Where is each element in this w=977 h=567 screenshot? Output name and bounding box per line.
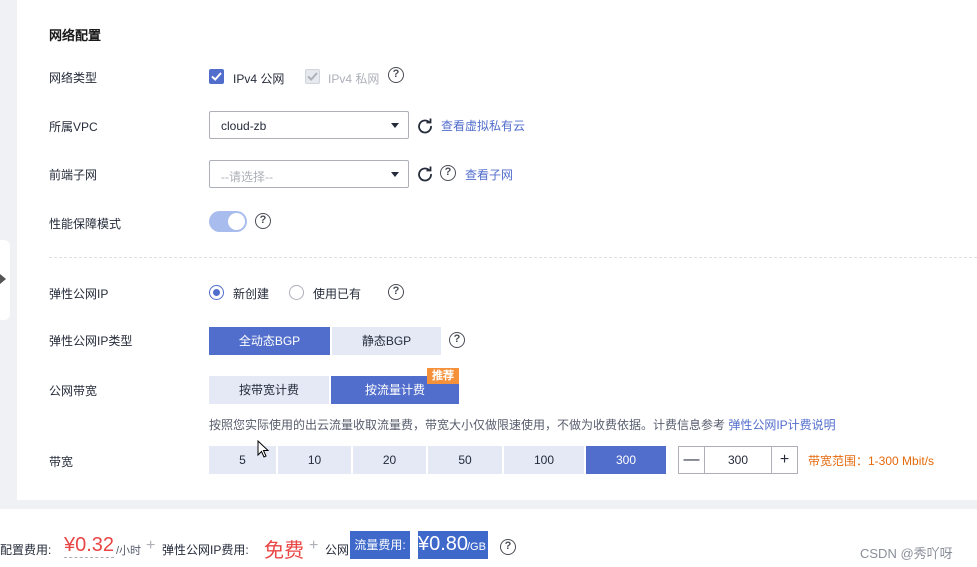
help-icon[interactable]: ?: [500, 539, 516, 555]
bandwidth-preset-20[interactable]: 20: [353, 446, 426, 474]
ipv4-public-label: IPv4 公网: [233, 72, 285, 86]
vpc-select[interactable]: cloud-zb: [209, 111, 409, 139]
view-vpc-link[interactable]: 查看虚拟私有云: [441, 117, 525, 134]
increment-button[interactable]: +: [771, 447, 797, 473]
subnet-label: 前端子网: [49, 168, 98, 182]
plus-sign: +: [146, 537, 156, 554]
eip-existing-radio[interactable]: [289, 285, 304, 300]
check-icon: [211, 72, 222, 81]
section-title: 网络配置: [49, 28, 102, 43]
mouse-cursor-icon: [257, 440, 270, 458]
billing-hint-text: 按照您实际使用的出云流量收取流量费，带宽大小仅做限速使用，不做为收费依据。计费信…: [209, 418, 729, 432]
check-icon: [307, 72, 318, 81]
help-icon[interactable]: ?: [440, 165, 456, 181]
help-icon[interactable]: ?: [255, 213, 271, 229]
chevron-right-icon: [0, 274, 6, 284]
vpc-select-value: cloud-zb: [221, 119, 267, 133]
eip-type-static-bgp[interactable]: 静态BGP: [332, 327, 441, 355]
bandwidth-preset-100[interactable]: 100: [504, 446, 584, 474]
bandwidth-input[interactable]: 300: [705, 447, 771, 473]
perf-mode-toggle[interactable]: [209, 211, 247, 232]
watermark: CSDN @秀吖呀: [860, 546, 953, 561]
side-collapse-tab[interactable]: [0, 240, 10, 320]
eip-new-radio[interactable]: [209, 285, 224, 300]
toggle-knob: [228, 213, 245, 230]
bandwidth-preset-50[interactable]: 50: [428, 446, 502, 474]
ipv4-private-label: IPv4 私网: [328, 72, 380, 86]
eip-billing-link[interactable]: 弹性公网IP计费说明: [728, 418, 835, 432]
ipv4-private-checkbox: [305, 69, 320, 84]
config-fee-value[interactable]: ¥0.32: [64, 534, 115, 558]
config-fee-label: 配置费用:: [0, 543, 52, 557]
billing-by-bandwidth[interactable]: 按带宽计费: [209, 376, 329, 404]
bandwidth-range: 带宽范围：1-300 Mbit/s: [808, 454, 935, 468]
traffic-fee-unit: /GB: [467, 541, 486, 553]
bandwidth-label: 带宽: [49, 455, 74, 469]
help-icon[interactable]: ?: [449, 332, 465, 348]
eip-type-label: 弹性公网IP类型: [49, 334, 133, 348]
public-label: 公网: [325, 543, 350, 557]
bandwidth-billing-label: 公网带宽: [49, 384, 98, 398]
decrement-button[interactable]: —: [679, 447, 705, 473]
caret-down-icon: [391, 172, 399, 177]
eip-fee-label: 弹性公网IP费用:: [162, 543, 249, 557]
eip-new-label: 新创建: [233, 287, 270, 301]
bandwidth-stepper[interactable]: — 300 +: [678, 446, 798, 474]
traffic-fee-value: ¥0.80: [418, 533, 469, 555]
refresh-icon[interactable]: [417, 166, 433, 182]
network-type-label: 网络类型: [49, 71, 98, 85]
refresh-icon[interactable]: [417, 118, 433, 134]
vpc-label: 所属VPC: [49, 120, 98, 134]
eip-type-dynamic-bgp[interactable]: 全动态BGP: [209, 327, 330, 355]
eip-fee-value: 免费: [264, 540, 304, 562]
perf-mode-label: 性能保障模式: [49, 217, 122, 231]
view-subnet-link[interactable]: 查看子网: [465, 166, 513, 183]
subnet-select[interactable]: --请选择--: [209, 160, 409, 188]
config-fee-unit: /小时: [116, 545, 142, 557]
subnet-select-placeholder: --请选择--: [221, 170, 273, 184]
caret-down-icon: [391, 123, 399, 128]
plus-sign: +: [309, 537, 319, 554]
help-icon[interactable]: ?: [388, 284, 404, 300]
billing-hint: 按照您实际使用的出云流量收取流量费，带宽大小仅做限速使用，不做为收费依据。计费信…: [209, 416, 836, 433]
traffic-fee-label: 流量费用:: [350, 531, 410, 559]
bandwidth-preset-10[interactable]: 10: [278, 446, 351, 474]
eip-label: 弹性公网IP: [49, 287, 109, 301]
help-icon[interactable]: ?: [388, 67, 404, 83]
bandwidth-preset-300[interactable]: 300: [586, 446, 666, 474]
traffic-fee-box: ¥0.80 /GB: [418, 531, 488, 559]
ipv4-public-checkbox[interactable]: [209, 69, 224, 84]
recommend-badge: 推荐: [427, 368, 459, 384]
eip-existing-label: 使用已有: [313, 287, 362, 301]
divider: [49, 257, 977, 258]
